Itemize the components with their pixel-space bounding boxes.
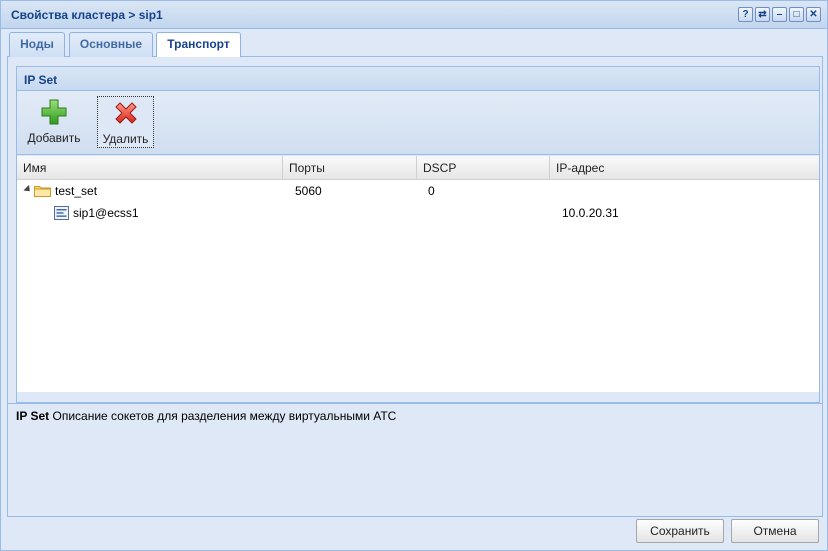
delete-button-label: Удалить <box>102 132 149 146</box>
column-header-name[interactable]: Имя <box>17 156 283 180</box>
close-icon[interactable]: ✕ <box>806 7 821 22</box>
column-header-dscp[interactable]: DSCP <box>417 156 550 180</box>
window-titlebar[interactable]: Свойства кластера > sip1 ? ⇄ – □ ✕ <box>1 1 827 29</box>
tab-body: IP Set Добавить Удалить Имя Порты DSCP I… <box>7 57 823 517</box>
toolbar: Добавить Удалить <box>17 91 819 155</box>
delete-button[interactable]: Удалить <box>97 96 154 148</box>
row-ip: 10.0.20.31 <box>562 206 619 220</box>
refresh-icon[interactable]: ⇄ <box>755 7 770 22</box>
help-icon[interactable]: ? <box>738 7 753 22</box>
column-header-ports[interactable]: Порты <box>283 156 417 180</box>
description-area: IP Set Описание сокетов для разделения м… <box>8 403 822 515</box>
cancel-button[interactable]: Отмена <box>731 519 819 543</box>
add-button[interactable]: Добавить <box>23 96 85 148</box>
minimize-icon[interactable]: – <box>772 7 787 22</box>
description-title: IP Set <box>16 409 50 423</box>
description-text: IP Set Описание сокетов для разделения м… <box>16 409 396 423</box>
tab-transport[interactable]: Транспорт <box>156 32 241 58</box>
tab-general[interactable]: Основные <box>69 32 153 57</box>
table-row[interactable]: sip1@ecss1 10.0.20.31 <box>17 202 819 224</box>
expand-arrow-icon[interactable] <box>23 184 33 195</box>
tab-nodes[interactable]: Ноды <box>9 32 65 57</box>
grid-header: Имя Порты DSCP IP-адрес <box>17 156 819 180</box>
tab-strip: Ноды Основные Транспорт <box>7 32 823 58</box>
panel-header: IP Set <box>17 67 819 91</box>
panel-title: IP Set <box>24 73 58 87</box>
row-ports: 5060 <box>295 184 322 198</box>
socket-item-icon <box>54 206 69 220</box>
cluster-properties-window: Свойства кластера > sip1 ? ⇄ – □ ✕ Ноды … <box>0 0 828 551</box>
ip-set-grid: Имя Порты DSCP IP-адрес test_set 5060 0 <box>17 156 819 392</box>
row-name: test_set <box>55 184 98 198</box>
row-dscp: 0 <box>428 184 435 198</box>
window-title: Свойства кластера > sip1 <box>11 8 163 22</box>
ip-set-panel: IP Set Добавить Удалить Имя Порты DSCP I… <box>16 66 820 403</box>
folder-icon <box>34 186 51 197</box>
dialog-footer: Сохранить Отмена <box>1 517 827 550</box>
row-name: sip1@ecss1 <box>73 206 139 220</box>
maximize-icon[interactable]: □ <box>789 7 804 22</box>
description-body: Описание сокетов для разделения между ви… <box>52 409 397 423</box>
save-button[interactable]: Сохранить <box>636 519 724 543</box>
column-header-ip[interactable]: IP-адрес <box>550 156 819 180</box>
window-tools: ? ⇄ – □ ✕ <box>738 7 821 22</box>
add-button-label: Добавить <box>27 131 81 145</box>
delete-x-icon <box>114 102 137 124</box>
table-row[interactable]: test_set 5060 0 <box>17 180 819 202</box>
plus-icon <box>41 99 67 125</box>
